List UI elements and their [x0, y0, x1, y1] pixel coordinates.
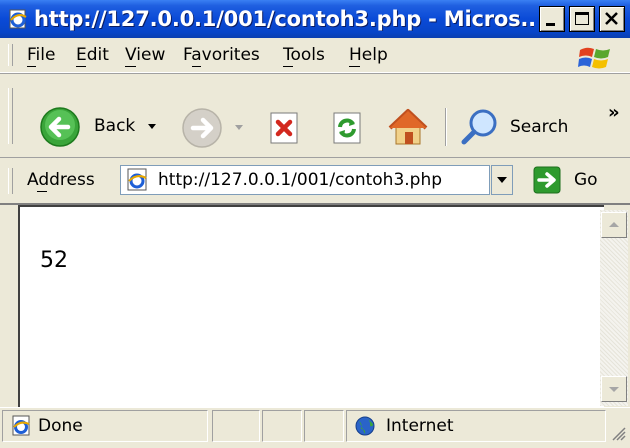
access-key-underline: [37, 191, 47, 192]
status-panel: [304, 410, 344, 442]
forward-arrow-icon[interactable]: [180, 106, 224, 150]
status-panel: [262, 410, 302, 442]
status-panel: [212, 410, 260, 442]
stop-icon[interactable]: [265, 110, 303, 146]
page-viewport[interactable]: [18, 205, 604, 407]
menu-favorites[interactable]: Favorites: [183, 45, 260, 65]
address-label: Address: [27, 170, 95, 190]
chevron-down-icon: [497, 177, 507, 183]
status-zone-text: Internet: [386, 416, 454, 436]
forward-dropdown-arrow-icon[interactable]: [235, 125, 243, 130]
globe-icon: [355, 416, 375, 436]
chevron-down-icon: [609, 387, 619, 392]
ie-page-icon: [127, 168, 147, 191]
access-key-underline: [349, 66, 360, 67]
toolbar-chevron-icon[interactable]: »: [608, 102, 620, 123]
menu-edit[interactable]: Edit: [76, 45, 109, 65]
access-key-underline: [125, 66, 136, 67]
chevron-up-icon: [609, 222, 619, 227]
menu-view[interactable]: View: [125, 45, 165, 65]
home-icon[interactable]: [386, 106, 430, 148]
toolbar-grip[interactable]: [8, 88, 13, 144]
scroll-up-button[interactable]: [601, 212, 627, 238]
close-button[interactable]: [599, 6, 625, 32]
resize-grip-icon[interactable]: [610, 425, 626, 441]
windows-logo-icon: [578, 47, 610, 69]
minimize-button[interactable]: [539, 6, 565, 32]
close-icon: [605, 12, 618, 25]
access-key-underline: [76, 66, 86, 67]
menu-file[interactable]: File: [27, 45, 55, 65]
search-button[interactable]: Search: [458, 106, 588, 148]
access-key-underline: [283, 66, 293, 67]
status-text: Done: [38, 416, 83, 436]
back-label: Back: [94, 116, 136, 136]
toolbar-separator: [445, 108, 447, 146]
go-label: Go: [574, 170, 598, 190]
scroll-down-button[interactable]: [601, 376, 627, 402]
search-icon: [461, 109, 497, 145]
back-dropdown-arrow-icon[interactable]: [148, 124, 156, 129]
ie-page-icon: [12, 415, 30, 436]
refresh-icon[interactable]: [328, 110, 366, 146]
access-key-underline: [27, 66, 36, 67]
page-content-text: 52: [40, 248, 68, 273]
menu-help[interactable]: Help: [349, 45, 388, 65]
address-grip[interactable]: [8, 168, 13, 194]
browser-window: http://127.0.0.1/001/contoh3.php - Micro…: [0, 0, 630, 448]
back-arrow-icon: [40, 107, 80, 147]
back-button[interactable]: Back: [38, 105, 160, 149]
status-panel-zone: [346, 410, 606, 442]
maximize-icon: [575, 12, 589, 25]
window-title: http://127.0.0.1/001/contoh3.php - Micro…: [34, 7, 534, 31]
menu-tools[interactable]: Tools: [283, 45, 325, 65]
access-key-underline: [192, 66, 201, 67]
address-dropdown-button[interactable]: [491, 165, 513, 195]
menu-grip[interactable]: [8, 44, 13, 66]
address-url-text: http://127.0.0.1/001/contoh3.php: [158, 170, 443, 190]
go-arrow-icon: [533, 166, 561, 194]
go-button[interactable]: Go: [530, 163, 610, 195]
search-label: Search: [510, 117, 569, 137]
maximize-button[interactable]: [569, 6, 595, 32]
ie-page-icon: [9, 9, 27, 29]
title-bar[interactable]: http://127.0.0.1/001/contoh3.php - Micro…: [0, 0, 630, 38]
minimize-icon: [546, 23, 555, 26]
